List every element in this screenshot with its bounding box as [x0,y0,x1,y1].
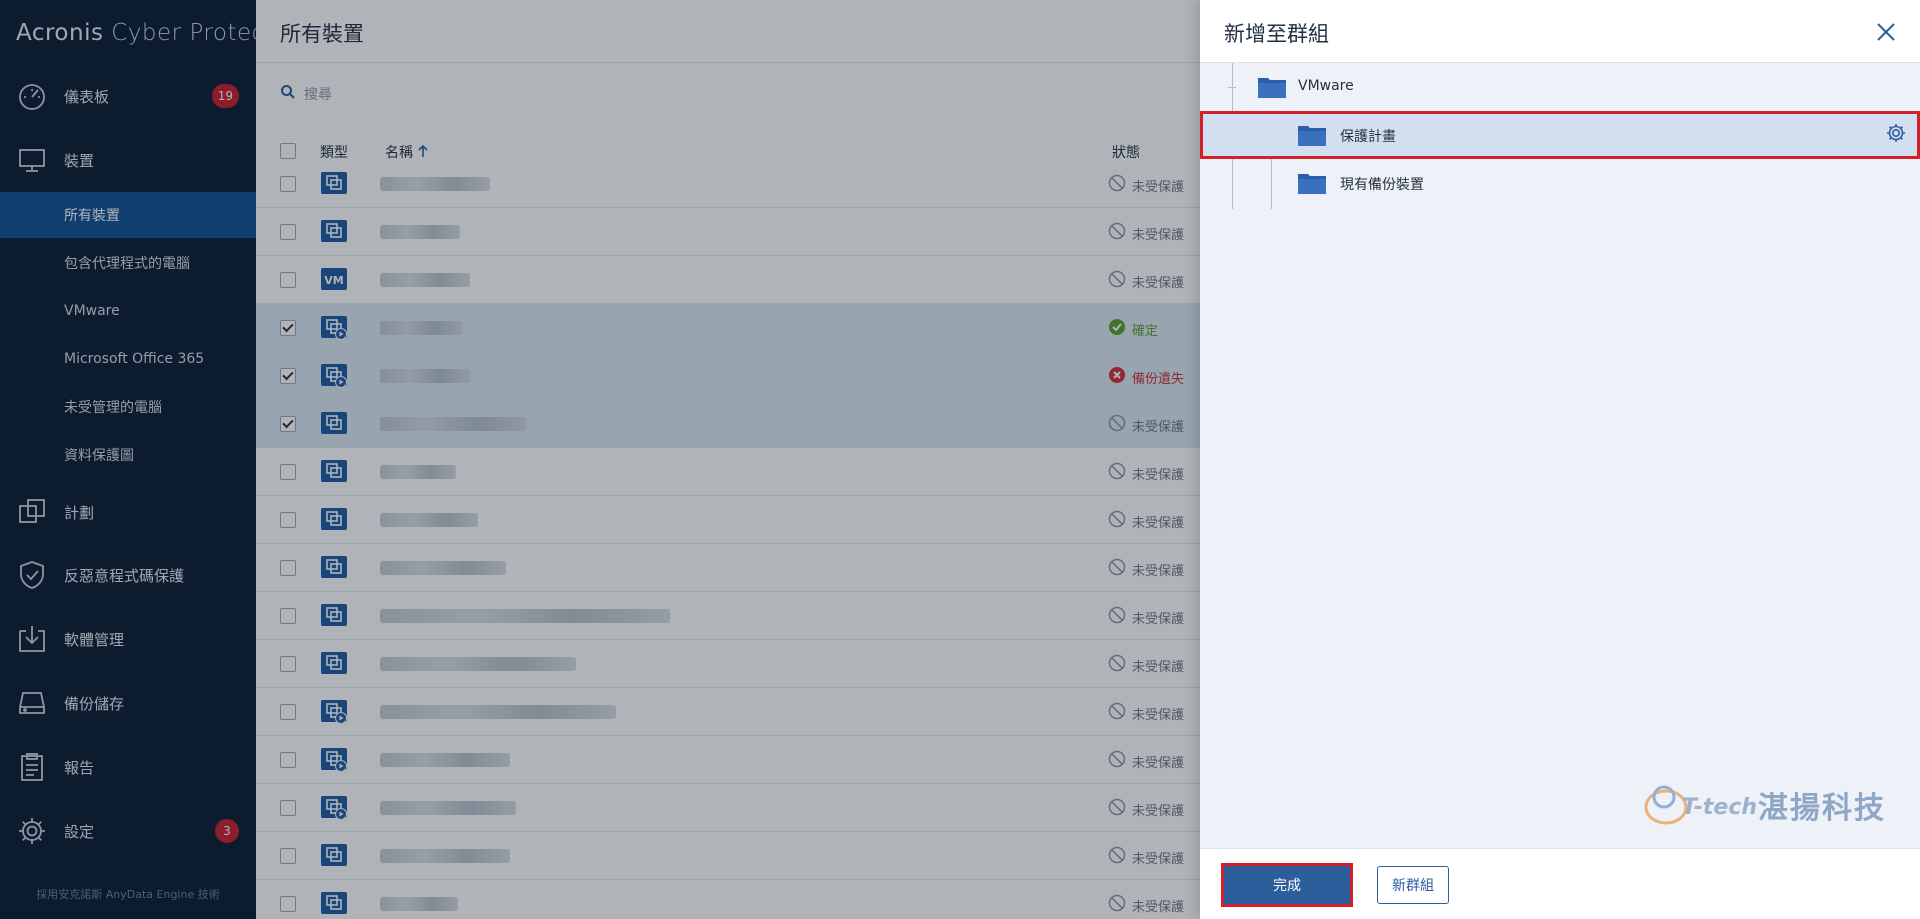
add-to-group-panel: 新增至群組 VMware 保護計畫 現有備份裝置 T-tech 湛揚科技 完成 … [1200,0,1920,919]
group-tree: VMware 保護計畫 現有備份裝置 T-tech 湛揚科技 [1200,63,1920,848]
panel-title: 新增至群組 [1224,22,1329,46]
tree-node-existing-backup-devices-label: 現有備份裝置 [1340,177,1424,193]
folder-icon [1298,124,1326,146]
tree-node-vmware[interactable]: VMware [1200,63,1920,111]
panel-header: 新增至群組 [1200,0,1920,63]
gear-icon[interactable] [1885,122,1907,144]
watermark-tech: T-tech [1682,795,1758,820]
tree-node-protection-plan-label: 保護計畫 [1340,129,1396,145]
done-button[interactable]: 完成 [1221,863,1353,907]
watermark-text: 湛揚科技 [1758,791,1886,826]
tree-node-protection-plan[interactable]: 保護計畫 [1200,111,1920,159]
folder-icon [1298,172,1326,194]
close-icon[interactable] [1872,18,1900,46]
tree-node-vmware-label: VMware [1298,78,1354,94]
modal-backdrop[interactable] [0,0,1200,919]
new-group-button[interactable]: 新群組 [1377,866,1449,904]
tree-node-existing-backup-devices[interactable]: 現有備份裝置 [1200,159,1920,207]
panel-footer: 完成 新群組 [1200,848,1920,919]
folder-icon [1258,76,1286,98]
watermark-logo: T-tech 湛揚科技 [1640,775,1910,835]
